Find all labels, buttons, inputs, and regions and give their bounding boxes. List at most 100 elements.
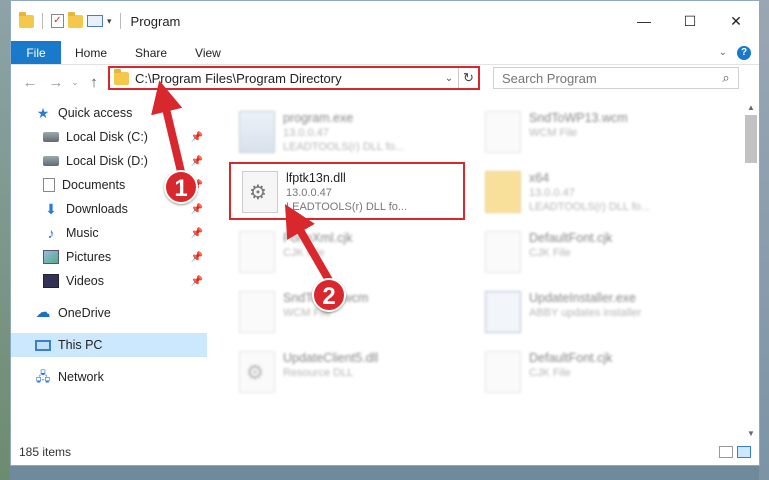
disk-icon [43,156,59,166]
list-item[interactable]: FormXml.cjk CJK File [231,225,471,285]
properties-check-icon[interactable]: ✓ [51,14,64,28]
sidebar-item-pictures[interactable]: Pictures 📌 [11,245,207,269]
refresh-icon[interactable]: ↻ [458,68,478,88]
sidebar-item-label: Music [66,226,99,240]
divider [42,13,43,29]
file-icon [485,351,521,393]
pin-icon[interactable]: 📌 [191,132,203,143]
scroll-thumb[interactable] [745,115,757,163]
sidebar-item-label: Local Disk (C:) [66,130,148,144]
tab-view[interactable]: View [181,41,235,64]
target-file-highlight [229,162,465,220]
list-item[interactable]: x64 13.0.0.47 LEADTOOLS(r) DLL fo... [477,165,717,225]
sidebar-item-label: Quick access [58,106,133,120]
pin-icon[interactable]: 📌 [191,252,203,263]
close-button[interactable]: ✕ [713,1,759,41]
forward-arrow-icon[interactable]: → [43,74,69,91]
sidebar-item-network[interactable]: 🖧 Network [11,365,207,389]
sidebar-item-label: Pictures [66,250,112,264]
navigation-pane: ★ Quick access Local Disk (C:) 📌 Local D… [11,101,207,441]
tab-file[interactable]: File [11,41,61,64]
sidebar-item-local-disk-c[interactable]: Local Disk (C:) 📌 [11,125,207,149]
videos-icon [43,274,59,288]
sidebar-item-label: OneDrive [58,306,111,320]
sidebar-item-this-pc[interactable]: This PC [11,333,207,357]
sidebar-item-label: Network [58,370,104,384]
sidebar-item-music[interactable]: ♪ Music 📌 [11,221,207,245]
file-type: CJK File [529,247,571,259]
pin-icon[interactable]: 📌 [191,276,203,287]
sidebar-item-label: This PC [58,338,103,352]
window-title: Program [130,13,181,29]
new-folder-icon[interactable] [68,11,83,28]
disk-icon [43,132,59,142]
status-bar: 185 items [11,439,759,465]
file-icon [239,231,275,273]
chevron-down-icon[interactable]: ⌄ [440,73,458,84]
ribbon-right: ⌄ ? [719,41,759,64]
desktop-background-left [0,0,10,480]
file-description: LEADTOOLS(r) DLL fo... [283,141,405,153]
file-description: ABBY updates installer [529,307,642,319]
pin-icon[interactable]: 📌 [191,228,203,239]
list-item[interactable]: UpdateClient5.dll Resource DLL [231,345,471,405]
list-item[interactable]: DefaultFont.cjk CJK File [477,345,717,405]
minimize-button[interactable]: — [621,1,667,41]
sidebar-item-label: Local Disk (D:) [66,154,148,168]
file-description: Resource DLL [283,367,354,379]
file-name: UpdateClient5.dll [283,351,379,365]
sidebar-item-onedrive[interactable]: ☁ OneDrive [11,301,207,325]
list-item[interactable]: DefaultFont.cjk CJK File [477,225,717,285]
tab-share[interactable]: Share [121,41,181,64]
file-list: program.exe 13.0.0.47 LEADTOOLS(r) DLL f… [207,101,741,441]
step-1-badge: 1 [164,170,198,204]
search-icon[interactable]: ⌕ [714,70,738,86]
item-count: 185 items [19,445,72,459]
customize-toolbar-icon[interactable]: ▾ [107,16,112,27]
view-switcher [719,446,759,458]
sidebar-item-label: Downloads [66,202,128,216]
sidebar-item-label: Documents [62,178,126,192]
search-box[interactable]: ⌕ [493,67,739,89]
file-name: DefaultFont.cjk [529,351,613,365]
folder-icon [114,68,129,85]
exe-icon [239,111,275,153]
sidebar-item-label: Videos [66,274,104,288]
details-view-icon[interactable] [719,446,733,458]
help-icon[interactable]: ? [737,45,751,60]
file-type: WCM File [529,127,578,139]
list-item[interactable]: SndToWP13.wcm WCM File [477,105,717,165]
pin-icon[interactable]: 📌 [191,204,203,215]
computer-icon [35,339,51,351]
divider [119,13,121,29]
list-item[interactable]: UpdateInstaller.exe ABBY updates install… [477,285,717,345]
pin-icon[interactable]: 📌 [191,156,203,167]
large-icons-view-icon[interactable] [737,446,751,458]
title-bar: ✓ ▾ Program — ☐ ✕ [11,1,759,41]
back-arrow-icon[interactable]: ← [17,74,43,91]
vertical-scrollbar[interactable]: ▲ ▼ [743,101,759,441]
file-name: SndToWP13.wcm [529,111,628,125]
up-arrow-icon[interactable]: ↑ [81,74,107,91]
search-input[interactable] [502,70,714,86]
maximize-button[interactable]: ☐ [667,1,713,41]
expand-ribbon-icon[interactable]: ⌄ [719,47,727,58]
sidebar-item-videos[interactable]: Videos 📌 [11,269,207,293]
music-icon: ♪ [47,225,55,241]
file-version: 13.0.0.47 [283,127,329,139]
address-path[interactable]: C:\Program Files\Program Directory [135,71,440,86]
file-icon [485,231,521,273]
list-item[interactable]: program.exe 13.0.0.47 LEADTOOLS(r) DLL f… [231,105,471,165]
step-2-badge: 2 [312,278,346,312]
sidebar-item-quick-access[interactable]: ★ Quick access [11,101,207,125]
address-bar[interactable]: C:\Program Files\Program Directory ⌄ ↻ [108,66,480,90]
view-properties-icon[interactable] [87,15,103,27]
tab-home[interactable]: Home [61,41,121,64]
file-name: x64 [529,171,550,185]
list-item[interactable]: SndToFax.wcm WCM File [231,285,471,345]
scroll-up-icon[interactable]: ▲ [743,101,759,115]
recent-locations-icon[interactable]: ⌄ [69,77,81,88]
file-icon [239,291,275,333]
